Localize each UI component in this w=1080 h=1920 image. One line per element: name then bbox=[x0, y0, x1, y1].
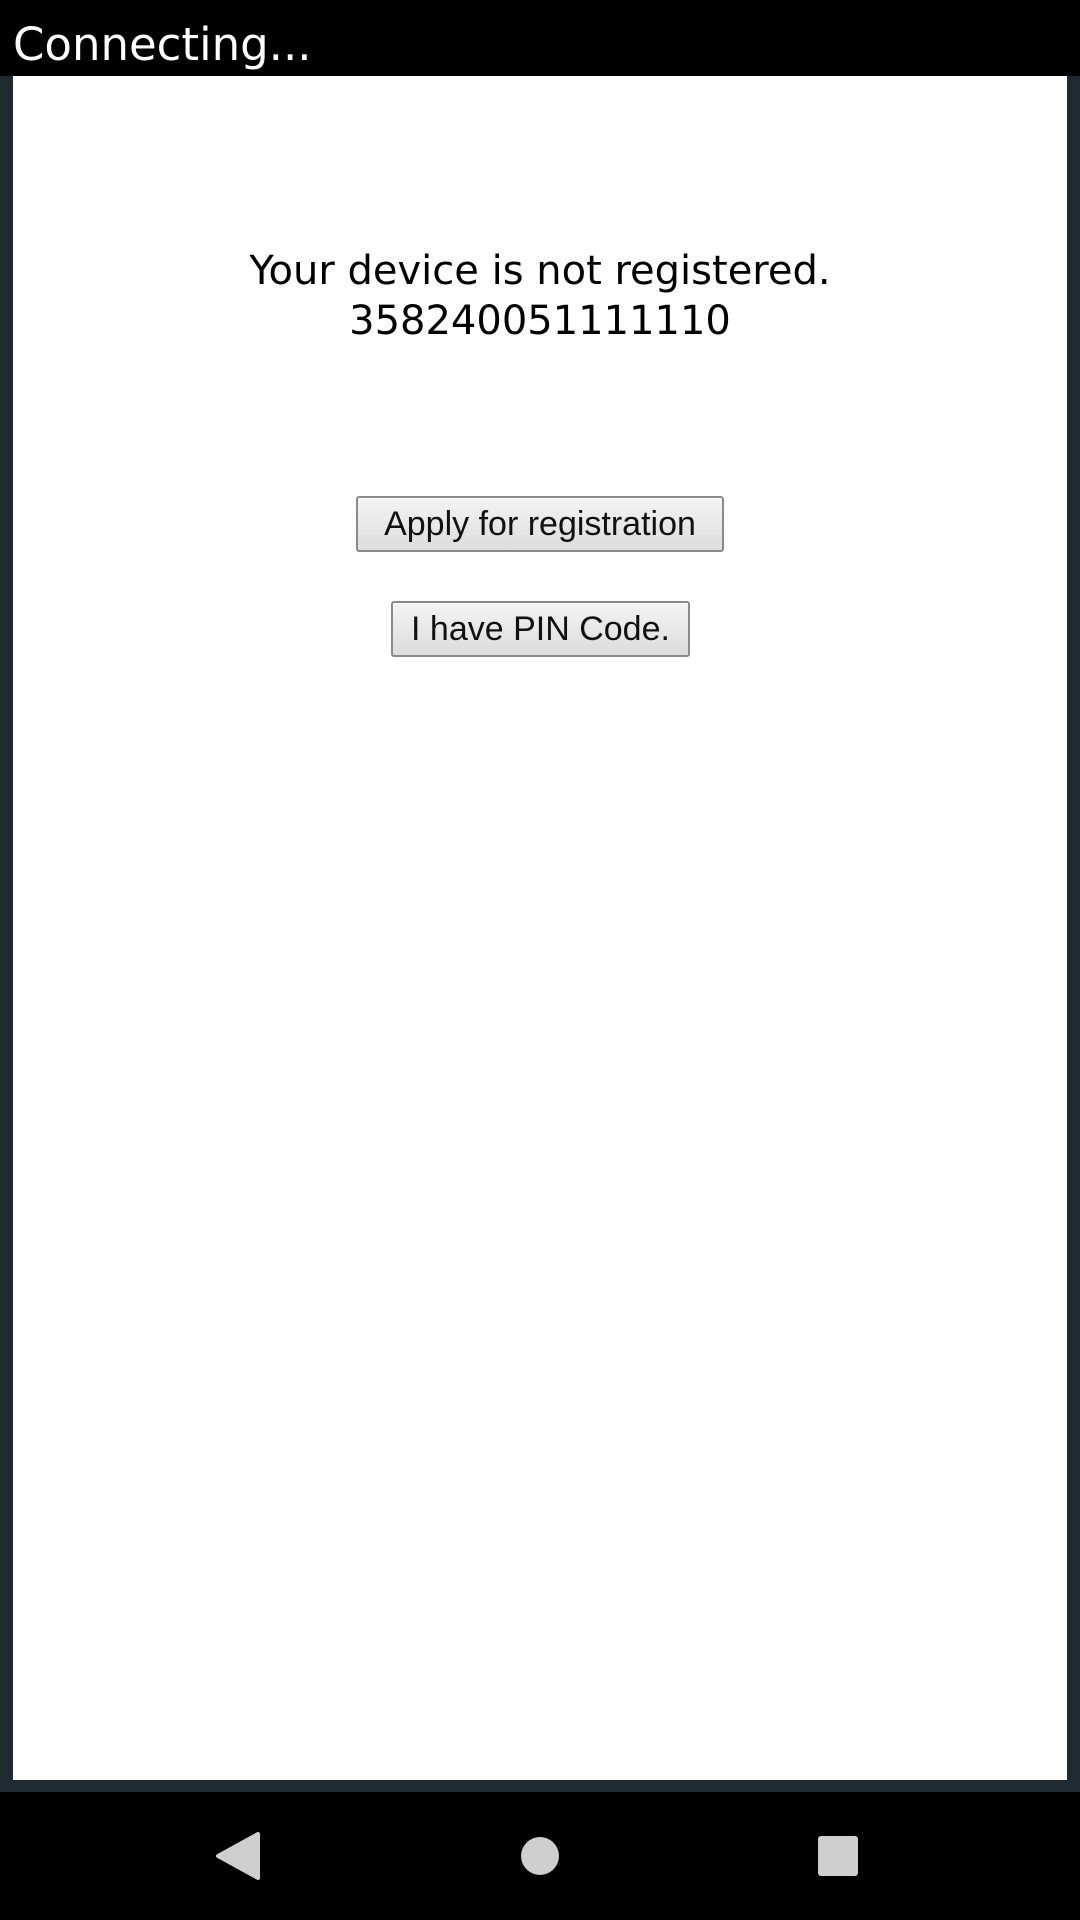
registration-panel: Your device is not registered. 358240051… bbox=[13, 76, 1067, 1780]
device-id: 358240051111110 bbox=[349, 298, 731, 344]
home-icon bbox=[521, 1837, 559, 1875]
home-button[interactable] bbox=[480, 1792, 600, 1920]
connection-status-title: Connecting... bbox=[13, 18, 312, 71]
apply-for-registration-button[interactable]: Apply for registration bbox=[356, 496, 724, 552]
have-pin-code-button[interactable]: I have PIN Code. bbox=[391, 601, 690, 657]
back-icon bbox=[216, 1832, 260, 1880]
back-button[interactable] bbox=[178, 1792, 298, 1920]
navigation-bar bbox=[0, 1792, 1080, 1920]
not-registered-message: Your device is not registered. bbox=[249, 248, 831, 294]
top-bar: Connecting... bbox=[0, 0, 1080, 76]
recent-apps-icon bbox=[818, 1836, 858, 1876]
recent-apps-button[interactable] bbox=[778, 1792, 898, 1920]
registration-message-block: Your device is not registered. 358240051… bbox=[13, 246, 1067, 346]
